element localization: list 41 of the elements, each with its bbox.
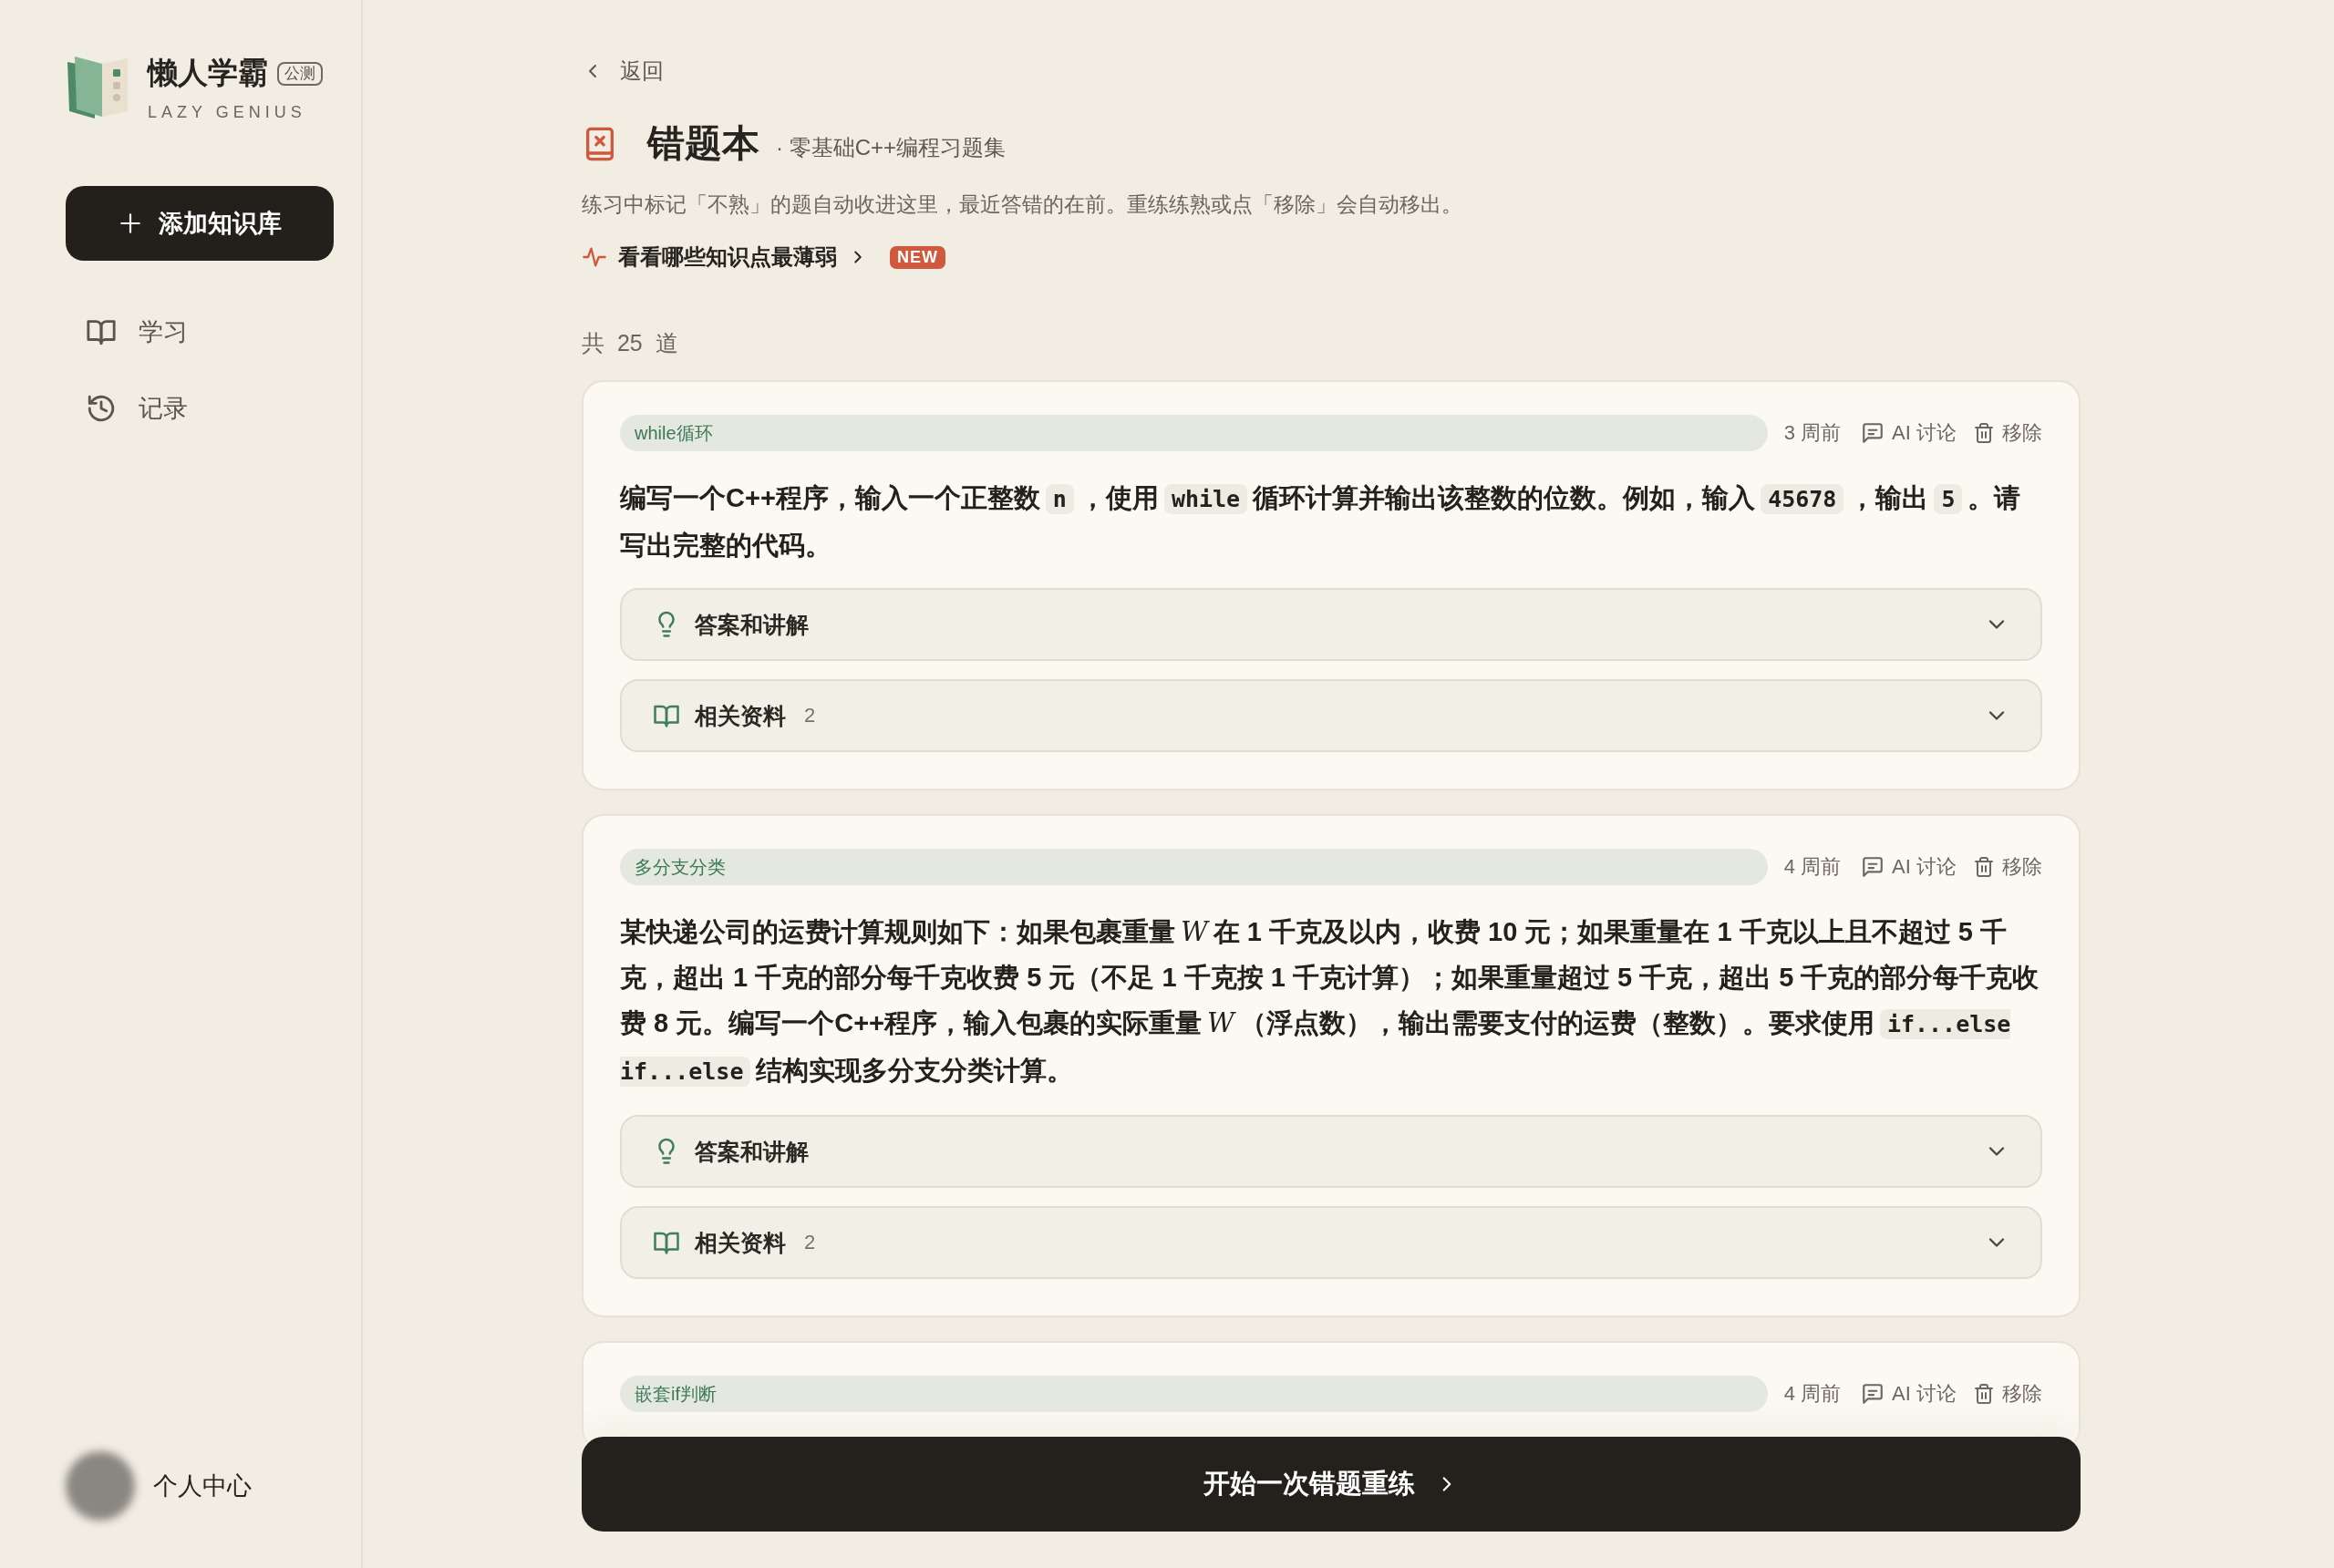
- chat-icon: [1861, 1382, 1885, 1406]
- beta-badge: 公测: [277, 61, 323, 86]
- question-text: 编写一个C++程序，输入一个正整数 n ，使用 while 循环计算并输出该整数的位数。例如，输入 45678 ，输出 5 。请写出完整的代码。: [620, 482, 2022, 562]
- answer-section-toggle[interactable]: 答案和讲解: [620, 588, 2042, 661]
- ai-discuss-button[interactable]: AI 讨论: [1861, 853, 1957, 881]
- time-ago: 3 周前: [1783, 420, 1842, 446]
- remove-button[interactable]: 移除: [1973, 1380, 2042, 1408]
- remove-button[interactable]: 移除: [1973, 419, 2042, 447]
- nav-item[interactable]: 记录: [64, 381, 317, 436]
- topic-tag: 嵌套if判断: [620, 1376, 1768, 1412]
- topic-tag: 多分支分类: [620, 849, 1768, 885]
- remove-button[interactable]: 移除: [1973, 853, 2042, 881]
- page-title: 错题本: [647, 121, 759, 166]
- page-subtitle: · 零基础C++编程习题集: [776, 133, 1007, 161]
- time-ago: 4 周前: [1783, 854, 1842, 880]
- history-icon: [86, 393, 117, 424]
- app-tagline: LAZY GENIUS: [148, 103, 307, 122]
- topic-tag: while循环: [620, 415, 1768, 451]
- back-link[interactable]: 返回: [582, 57, 664, 86]
- new-badge: NEW: [890, 245, 945, 269]
- weak-points-link[interactable]: 看看哪些知识点最薄弱: [582, 242, 868, 272]
- start-retrain-button[interactable]: 开始一次错题重练: [582, 1437, 2081, 1532]
- question-text: 某快递公司的运费计算规则如下：如果包裹重量 W 在 1 千克及以内，收费 10 元；如果重量在 1 千克以上且不超过 5 千克，超出 1 千克的部分每千克收费 5 元（不足 1 千克按 1 千克计算）；如果重量超过 5 千克，超出 5 千克的部分每千克收费 8 元。编写一个C++程序，输入包裹的实际重量 W （浮点数），输出需要支付的运费（整数）。要求使用 if...else if...else 结构实现多分支分类计算。: [620, 915, 2040, 1088]
- chat-icon: [1861, 421, 1885, 445]
- chat-icon: [1861, 855, 1885, 879]
- add-knowledge-base-button[interactable]: 添加知识库: [66, 186, 334, 261]
- plus-icon: [118, 211, 142, 235]
- page-description: 练习中标记「不熟」的题自动收进这里，最近答错的在前。重练练熟或点「移除」会自动移出。: [582, 191, 1463, 218]
- ai-discuss-button[interactable]: AI 讨论: [1861, 1380, 1957, 1408]
- time-ago: 4 周前: [1783, 1381, 1842, 1407]
- resources-section-toggle[interactable]: 相关资料 2: [620, 679, 2042, 752]
- app-name: 懒人学霸: [148, 55, 268, 91]
- question-count: 共 25 道: [582, 329, 679, 357]
- answer-section-toggle[interactable]: 答案和讲解: [620, 1115, 2042, 1188]
- nav-item[interactable]: 学习: [64, 304, 317, 359]
- trash-icon: [1973, 422, 1995, 444]
- ai-discuss-button[interactable]: AI 讨论: [1861, 419, 1957, 447]
- profile-link[interactable]: 个人中心: [153, 1470, 252, 1502]
- trash-icon: [1973, 1383, 1995, 1405]
- trash-icon: [1973, 856, 1995, 878]
- resources-section-toggle[interactable]: 相关资料 2: [620, 1206, 2042, 1279]
